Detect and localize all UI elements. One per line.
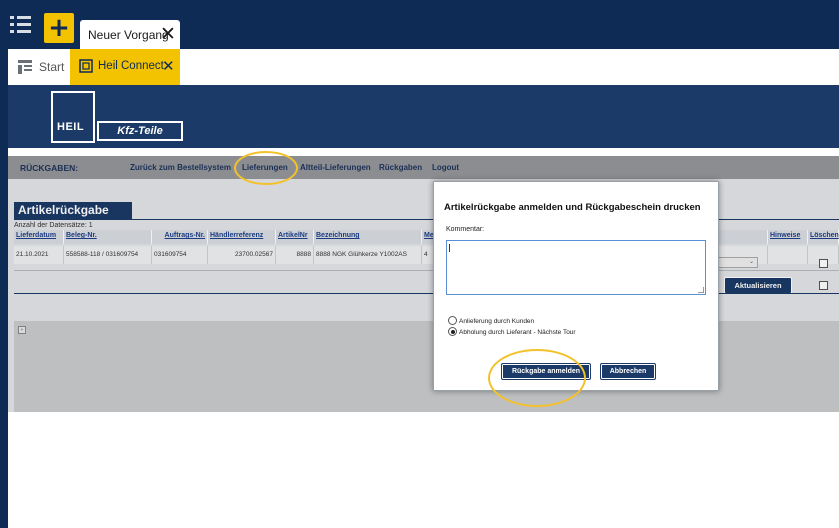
add-button[interactable]: + [44,13,74,43]
subtab-bar: Start Heil Connect ✕ [8,49,839,86]
close-icon[interactable]: ✕ [160,23,176,46]
comment-textarea[interactable] [446,240,706,295]
app-window: + Neuer Vorgang ✕ Start Heil Connect ✕ H… [0,0,839,528]
menu-icon[interactable] [10,14,32,36]
comment-label: Kommentar: [446,226,485,233]
text-caret [449,244,450,252]
radio-anlieferung-kunde[interactable] [448,316,457,325]
tab-neuer-vorgang[interactable]: Neuer Vorgang ✕ [80,20,180,49]
subtab-heil-label: Heil Connect [98,60,164,72]
dialog-title: Artikelrückgabe anmelden und Rückgabesch… [444,202,701,213]
left-border [0,0,8,528]
portal-header: HEIL Kfz-Teile [8,85,839,148]
portal-nav: RÜCKGABEN: Zurück zum Bestellsystem Lief… [8,156,839,179]
subtab-heil-connect[interactable]: Heil Connect ✕ [70,49,180,85]
start-icon [18,60,32,74]
highlight-submit-button [488,349,586,407]
logo-text-left: HEIL [57,121,85,133]
highlight-lieferungen [234,151,298,185]
connect-icon [79,59,93,73]
nav-link-logout[interactable]: Logout [432,163,459,172]
radio-label: Abholung durch Lieferant - Nächste Tour [459,329,576,336]
logo-text-right: Kfz-Teile [97,121,183,141]
subtab-start-label: Start [39,60,65,74]
heil-logo: HEIL Kfz-Teile [51,91,183,143]
close-icon[interactable]: ✕ [162,57,175,75]
resize-handle[interactable] [698,287,704,293]
radio-label: Anlieferung durch Kunden [459,318,535,325]
nav-link-altteil[interactable]: Altteil-Lieferungen [300,163,371,172]
radio-abholung-lieferant[interactable] [448,327,457,336]
subtab-start[interactable]: Start [18,57,78,77]
nav-link-zurueck[interactable]: Zurück zum Bestellsystem [130,163,231,172]
nav-section-label: RÜCKGABEN: [20,163,79,173]
nav-link-rueckgaben[interactable]: Rückgaben [379,163,422,172]
cancel-button[interactable]: Abbrechen [600,363,656,380]
header-gap [8,148,839,156]
tab-label: Neuer Vorgang [88,28,169,42]
